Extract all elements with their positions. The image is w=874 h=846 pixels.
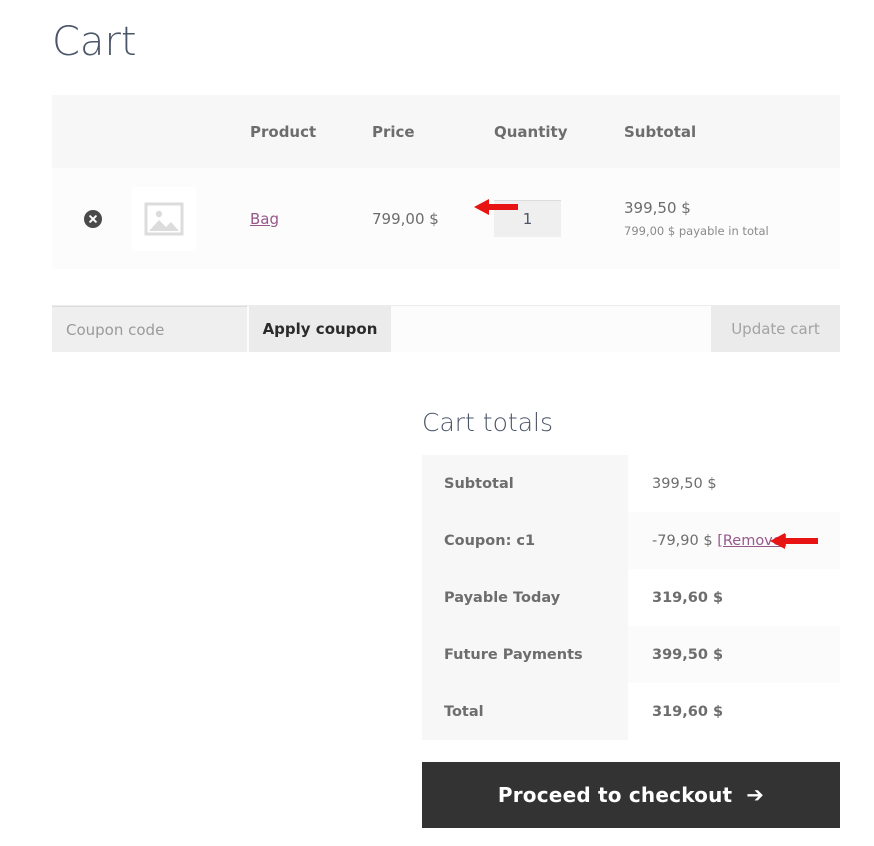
column-header-price: Price (372, 95, 494, 168)
totals-label-future-payments: Future Payments (422, 626, 628, 683)
product-subtotal-value: 399,50 $ (624, 198, 691, 217)
totals-value-cell-total: 319,60 $ (628, 683, 840, 740)
product-price-cell: 799,00 $ (372, 168, 494, 269)
totals-value-future-payments: 399,50 $ (652, 646, 724, 663)
totals-value-subtotal: 399,50 $ (652, 475, 717, 492)
cart-table-header-row: Product Price Quantity Subtotal (52, 95, 840, 168)
product-link[interactable]: Bag (250, 210, 279, 228)
totals-row-future-payments: Future Payments 399,50 $ (422, 626, 840, 683)
totals-value-total: 319,60 $ (652, 703, 724, 720)
totals-value-cell-payable-today: 319,60 $ (628, 569, 840, 626)
product-quantity-cell (494, 168, 624, 269)
totals-value-coupon: -79,90 $ (652, 532, 713, 549)
apply-coupon-button[interactable]: Apply coupon (249, 306, 391, 352)
product-name-cell: Bag (250, 168, 372, 269)
column-header-product: Product (250, 95, 372, 168)
coupon-code-input[interactable] (52, 306, 247, 352)
proceed-to-checkout-button[interactable]: Proceed to checkout ➔ (422, 762, 840, 828)
totals-value-payable-today: 319,60 $ (652, 589, 724, 606)
update-cart-button[interactable]: Update cart (711, 306, 840, 352)
page-title: Cart (52, 19, 137, 65)
cart-totals-heading: Cart totals (422, 408, 553, 437)
product-subtotal-cell: 399,50 $ 799,00 $ payable in total (624, 168, 840, 269)
column-header-thumbnail (130, 95, 250, 168)
column-header-quantity: Quantity (494, 95, 624, 168)
remove-coupon-link[interactable]: [Remove] (717, 533, 787, 549)
totals-label-payable-today: Payable Today (422, 569, 628, 626)
product-thumbnail-cell (130, 168, 250, 269)
totals-row-payable-today: Payable Today 319,60 $ (422, 569, 840, 626)
column-header-subtotal: Subtotal (624, 95, 840, 168)
quantity-input[interactable] (494, 200, 561, 237)
totals-label-subtotal: Subtotal (422, 455, 628, 512)
remove-circle-x-icon[interactable] (84, 209, 102, 228)
arrow-right-icon: ➔ (746, 782, 765, 807)
totals-label-coupon: Coupon: c1 (422, 512, 628, 569)
column-header-remove (52, 95, 130, 168)
totals-row-subtotal: Subtotal 399,50 $ (422, 455, 840, 512)
table-row: Bag 799,00 $ 399,50 $ 799,00 $ payable i… (52, 168, 840, 269)
totals-row-total: Total 319,60 $ (422, 683, 840, 740)
coupon-row-spacer (391, 306, 711, 352)
totals-value-cell-future-payments: 399,50 $ (628, 626, 840, 683)
product-subtotal-note: 799,00 $ payable in total (624, 223, 769, 238)
cart-totals-table: Subtotal 399,50 $ Coupon: c1 -79,90 $ [R… (422, 455, 840, 740)
totals-label-total: Total (422, 683, 628, 740)
product-thumbnail[interactable] (132, 186, 196, 251)
checkout-button-label: Proceed to checkout (497, 783, 733, 807)
totals-row-coupon: Coupon: c1 -79,90 $ [Remove] (422, 512, 840, 569)
coupon-row: Apply coupon Update cart (52, 305, 840, 352)
cart-table: Product Price Quantity Subtotal Bag 799,… (52, 95, 840, 269)
remove-item-cell (52, 168, 130, 269)
totals-value-cell-coupon: -79,90 $ [Remove] (628, 512, 840, 569)
totals-value-cell-subtotal: 399,50 $ (628, 455, 840, 512)
image-placeholder-icon (144, 202, 184, 235)
